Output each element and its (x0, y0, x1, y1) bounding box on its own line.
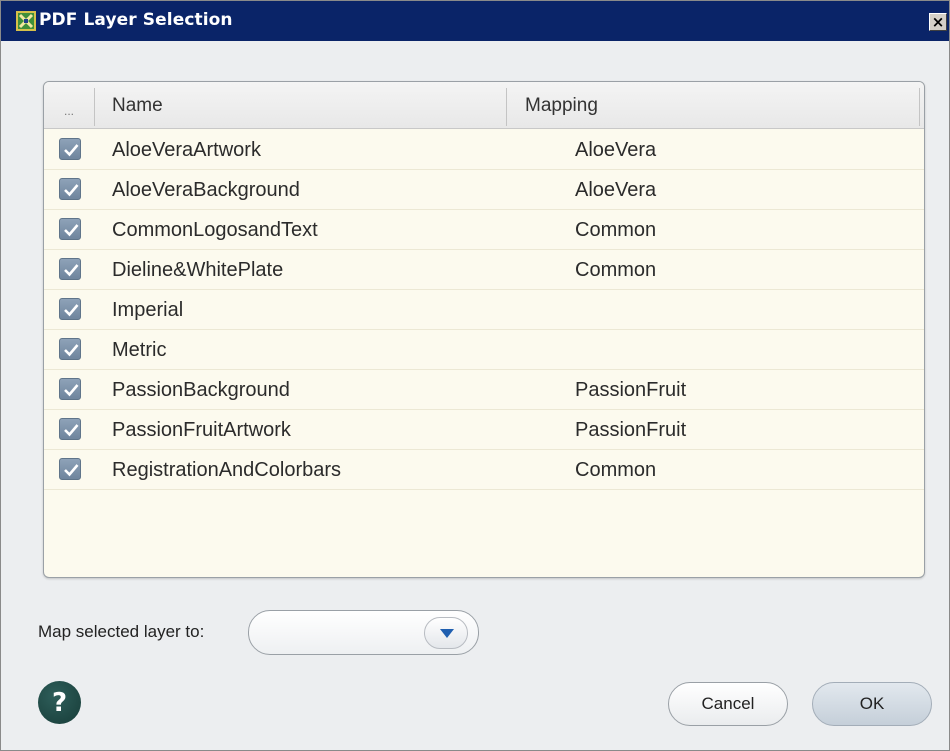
dropdown-button[interactable] (424, 617, 468, 649)
check-icon (64, 224, 79, 237)
check-icon (64, 464, 79, 477)
layer-checkbox[interactable] (59, 458, 81, 480)
layer-mapping: AloeVera (575, 179, 657, 201)
map-layer-dropdown[interactable] (248, 610, 479, 655)
table-row[interactable]: CommonLogosandText Common (44, 210, 924, 250)
check-icon (64, 384, 79, 397)
table-row[interactable]: RegistrationAndColorbars Common (44, 450, 924, 490)
cancel-button[interactable]: Cancel (668, 682, 788, 726)
layer-mapping: Common (575, 459, 657, 481)
column-select-all[interactable]: ... (44, 82, 94, 129)
layer-checkbox[interactable] (59, 378, 81, 400)
column-name[interactable]: Name (112, 82, 163, 129)
table-row[interactable]: Imperial (44, 290, 924, 330)
title-bar: PDF Layer Selection × (1, 1, 949, 41)
layer-mapping: Common (575, 259, 657, 281)
check-icon (64, 144, 79, 157)
layer-name: AloeVeraArtwork (112, 139, 261, 161)
check-icon (64, 184, 79, 197)
layer-table: ... Name Mapping AloeVeraArtwork AloeVer… (43, 81, 925, 578)
column-mapping[interactable]: Mapping (525, 82, 598, 129)
layer-mapping: Common (575, 219, 657, 241)
table-row[interactable]: Dieline&WhitePlate Common (44, 250, 924, 290)
layer-name: RegistrationAndColorbars (112, 459, 342, 481)
layer-checkbox[interactable] (59, 138, 81, 160)
table-row[interactable]: Metric (44, 330, 924, 370)
check-icon (64, 424, 79, 437)
help-icon: ? (51, 687, 68, 718)
layer-mapping: PassionFruit (575, 419, 687, 441)
layer-checkbox[interactable] (59, 178, 81, 200)
table-row[interactable]: PassionBackground PassionFruit (44, 370, 924, 410)
pdf-layer-selection-dialog: PDF Layer Selection × ... Name Mapping A… (0, 0, 950, 751)
layer-name: PassionFruitArtwork (112, 419, 291, 441)
layer-checkbox[interactable] (59, 418, 81, 440)
layer-checkbox[interactable] (59, 218, 81, 240)
window-title: PDF Layer Selection (39, 10, 233, 30)
help-button[interactable]: ? (38, 681, 81, 724)
column-divider[interactable] (94, 88, 95, 126)
layer-checkbox[interactable] (59, 298, 81, 320)
table-row[interactable]: AloeVeraBackground AloeVera (44, 170, 924, 210)
app-icon (16, 11, 36, 31)
check-icon (64, 304, 79, 317)
layer-name: CommonLogosandText (112, 219, 318, 241)
ok-button[interactable]: OK (812, 682, 932, 726)
layer-name: Dieline&WhitePlate (112, 259, 284, 281)
close-button[interactable]: × (929, 13, 947, 31)
layer-name: Imperial (112, 299, 184, 321)
table-row[interactable]: PassionFruitArtwork PassionFruit (44, 410, 924, 450)
table-row[interactable]: AloeVeraArtwork AloeVera (44, 130, 924, 170)
layer-checkbox[interactable] (59, 258, 81, 280)
layer-name: Metric (112, 339, 167, 361)
layer-name: PassionBackground (112, 379, 290, 401)
close-icon: × (931, 12, 945, 31)
layer-checkbox[interactable] (59, 338, 81, 360)
table-header: ... Name Mapping (44, 82, 924, 129)
layer-mapping: PassionFruit (575, 379, 687, 401)
column-divider[interactable] (919, 88, 920, 126)
check-icon (64, 344, 79, 357)
layer-mapping: AloeVera (575, 139, 657, 161)
map-selected-layer-label: Map selected layer to: (38, 622, 205, 641)
layer-name: AloeVeraBackground (112, 179, 300, 201)
check-icon (64, 264, 79, 277)
column-divider[interactable] (506, 88, 507, 126)
chevron-down-icon (440, 629, 454, 638)
